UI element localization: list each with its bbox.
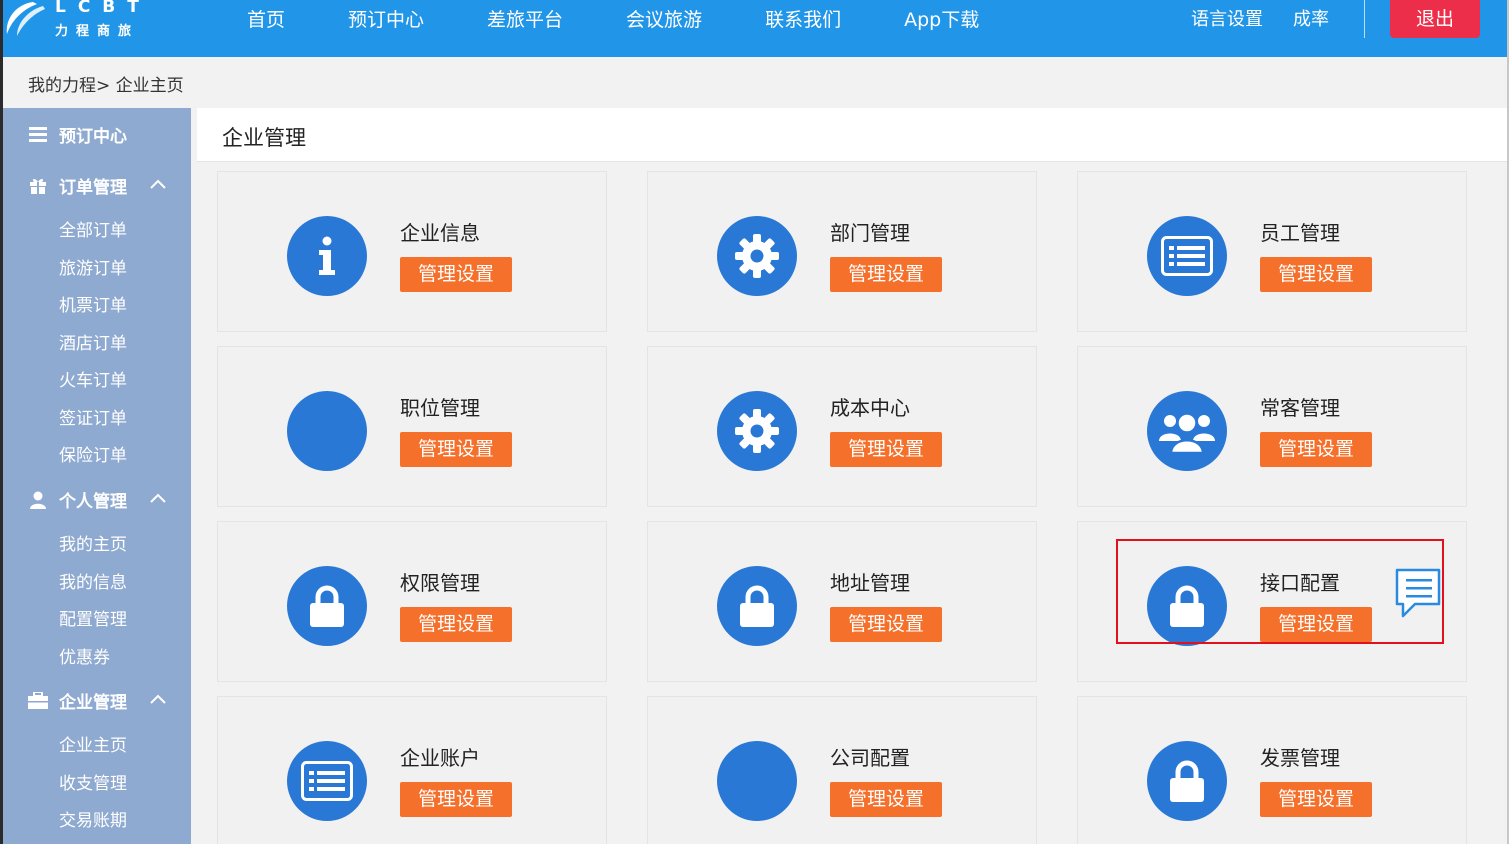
manage-settings-button[interactable]: 管理设置 xyxy=(400,257,512,292)
user-nav: 语言设置 成率 xyxy=(1191,0,1359,40)
sidebar-item-hotel-orders[interactable]: 酒店订单 xyxy=(59,329,127,354)
chat-bubble-icon[interactable] xyxy=(1391,566,1443,622)
sidebar-head-enterprise[interactable]: 企业管理 xyxy=(27,688,127,713)
sidebar-item-coupons[interactable]: 优惠券 xyxy=(59,643,110,668)
sidebar-head-personal-label: 个人管理 xyxy=(59,492,127,512)
user-name-link[interactable]: 成率 xyxy=(1293,0,1329,40)
main-nav: 首页 预订中心 差旅平台 会议旅游 联系我们 App下载 xyxy=(247,0,1042,40)
sidebar-item-finance-management[interactable]: 收支管理 xyxy=(59,769,127,794)
gear-icon[interactable] xyxy=(717,391,797,471)
logo-text-cn: 力程商旅 xyxy=(55,24,140,39)
card-enterprise-info: 企业信息 管理设置 xyxy=(217,171,607,332)
sidebar-head-booking-label: 预订中心 xyxy=(59,127,127,147)
manage-settings-button[interactable]: 管理设置 xyxy=(830,432,942,467)
card-title: 地址管理 xyxy=(830,571,910,595)
sidebar-head-orders-label: 订单管理 xyxy=(59,178,127,198)
page-title: 企业管理 xyxy=(222,126,306,150)
sidebar-item-insurance-orders[interactable]: 保险订单 xyxy=(59,441,127,466)
blank-circle-icon[interactable] xyxy=(287,391,367,471)
nav-home[interactable]: 首页 xyxy=(247,0,285,40)
manage-settings-button[interactable]: 管理设置 xyxy=(830,607,942,642)
list-icon xyxy=(27,126,49,144)
manage-settings-button[interactable]: 管理设置 xyxy=(1260,432,1372,467)
sidebar-head-orders[interactable]: 订单管理 xyxy=(27,173,127,198)
manage-settings-button[interactable]: 管理设置 xyxy=(1260,257,1372,292)
card-title: 权限管理 xyxy=(400,571,480,595)
manage-settings-button[interactable]: 管理设置 xyxy=(830,257,942,292)
logo[interactable]: LCBT 力程商旅 xyxy=(3,0,153,40)
manage-settings-button[interactable]: 管理设置 xyxy=(400,782,512,817)
card-title: 职位管理 xyxy=(400,396,480,420)
nav-booking-center[interactable]: 预订中心 xyxy=(348,0,424,40)
blank-circle-icon[interactable] xyxy=(717,741,797,821)
chevron-up-icon[interactable] xyxy=(149,492,167,504)
list-card-icon[interactable] xyxy=(287,741,367,821)
sidebar-head-enterprise-label: 企业管理 xyxy=(59,693,127,713)
logo-swoosh-icon xyxy=(6,2,45,36)
sidebar-item-all-orders[interactable]: 全部订单 xyxy=(59,216,127,241)
sidebar-item-billing-period[interactable]: 交易账期 xyxy=(59,806,127,831)
lock-icon[interactable] xyxy=(287,566,367,646)
nav-contact-us[interactable]: 联系我们 xyxy=(765,0,841,40)
manage-settings-button[interactable]: 管理设置 xyxy=(1260,782,1372,817)
card-invoice-management: 发票管理 管理设置 xyxy=(1077,696,1467,844)
card-cost-center: 成本中心 管理设置 xyxy=(647,346,1037,507)
lock-icon[interactable] xyxy=(717,566,797,646)
chevron-up-icon[interactable] xyxy=(149,178,167,190)
card-title: 成本中心 xyxy=(830,396,910,420)
card-title: 公司配置 xyxy=(830,746,910,770)
card-title: 企业信息 xyxy=(400,221,480,245)
lock-icon[interactable] xyxy=(1147,741,1227,821)
card-company-configuration: 公司配置 管理设置 xyxy=(647,696,1037,844)
page: LCBT 力程商旅 首页 预订中心 差旅平台 会议旅游 联系我们 App下载 语… xyxy=(3,0,1507,844)
nav-app-download[interactable]: App下载 xyxy=(904,0,979,40)
sidebar-item-flight-orders[interactable]: 机票订单 xyxy=(59,291,127,316)
list-card-icon[interactable] xyxy=(1147,216,1227,296)
nav-meeting-travel[interactable]: 会议旅游 xyxy=(626,0,702,40)
manage-settings-button[interactable]: 管理设置 xyxy=(400,432,512,467)
manage-settings-button[interactable]: 管理设置 xyxy=(400,607,512,642)
card-title: 企业账户 xyxy=(400,746,480,770)
sidebar-item-visa-orders[interactable]: 签证订单 xyxy=(59,404,127,429)
card-permission-management: 权限管理 管理设置 xyxy=(217,521,607,682)
card-title: 发票管理 xyxy=(1260,746,1340,770)
manage-settings-button[interactable]: 管理设置 xyxy=(830,782,942,817)
sidebar-head-personal[interactable]: 个人管理 xyxy=(27,487,127,512)
gift-icon xyxy=(27,177,49,195)
language-settings-link[interactable]: 语言设置 xyxy=(1191,0,1263,40)
sidebar-item-enterprise-home[interactable]: 企业主页 xyxy=(59,731,127,756)
card-title: 部门管理 xyxy=(830,221,910,245)
card-enterprise-account: 企业账户 管理设置 xyxy=(217,696,607,844)
card-address-management: 地址管理 管理设置 xyxy=(647,521,1037,682)
lock-icon[interactable] xyxy=(1147,566,1227,646)
card-title: 员工管理 xyxy=(1260,221,1340,245)
sidebar-item-travel-orders[interactable]: 旅游订单 xyxy=(59,254,127,279)
sidebar-item-train-orders[interactable]: 火车订单 xyxy=(59,366,127,391)
logout-button[interactable]: 退出 xyxy=(1390,0,1480,38)
sidebar-item-my-info[interactable]: 我的信息 xyxy=(59,568,127,593)
sidebar-item-my-home[interactable]: 我的主页 xyxy=(59,530,127,555)
nav-travel-platform[interactable]: 差旅平台 xyxy=(487,0,563,40)
sidebar-item-config-management[interactable]: 配置管理 xyxy=(59,605,127,630)
user-icon xyxy=(27,491,49,509)
card-position-management: 职位管理 管理设置 xyxy=(217,346,607,507)
chevron-up-icon[interactable] xyxy=(149,693,167,705)
sidebar-head-booking[interactable]: 预订中心 xyxy=(27,122,127,147)
manage-settings-button[interactable]: 管理设置 xyxy=(1260,607,1372,642)
users-icon[interactable] xyxy=(1147,391,1227,471)
card-title: 接口配置 xyxy=(1260,571,1340,595)
card-department-management: 部门管理 管理设置 xyxy=(647,171,1037,332)
main-header: 企业管理 xyxy=(197,108,1507,162)
top-bar: LCBT 力程商旅 首页 预订中心 差旅平台 会议旅游 联系我们 App下载 语… xyxy=(3,0,1507,57)
logo-text-en: LCBT xyxy=(55,0,151,17)
sidebar: 预订中心 订单管理 全部订单 旅游订单 机票订单 酒店订单 火车订单 签证订单 … xyxy=(3,108,191,844)
breadcrumb: 我的力程> 企业主页 xyxy=(28,76,184,96)
gear-icon[interactable] xyxy=(717,216,797,296)
nav-divider xyxy=(1364,0,1365,38)
card-employee-management: 员工管理 管理设置 xyxy=(1077,171,1467,332)
briefcase-icon xyxy=(27,692,49,710)
card-frequent-traveler-management: 常客管理 管理设置 xyxy=(1077,346,1467,507)
card-title: 常客管理 xyxy=(1260,396,1340,420)
info-icon[interactable] xyxy=(287,216,367,296)
